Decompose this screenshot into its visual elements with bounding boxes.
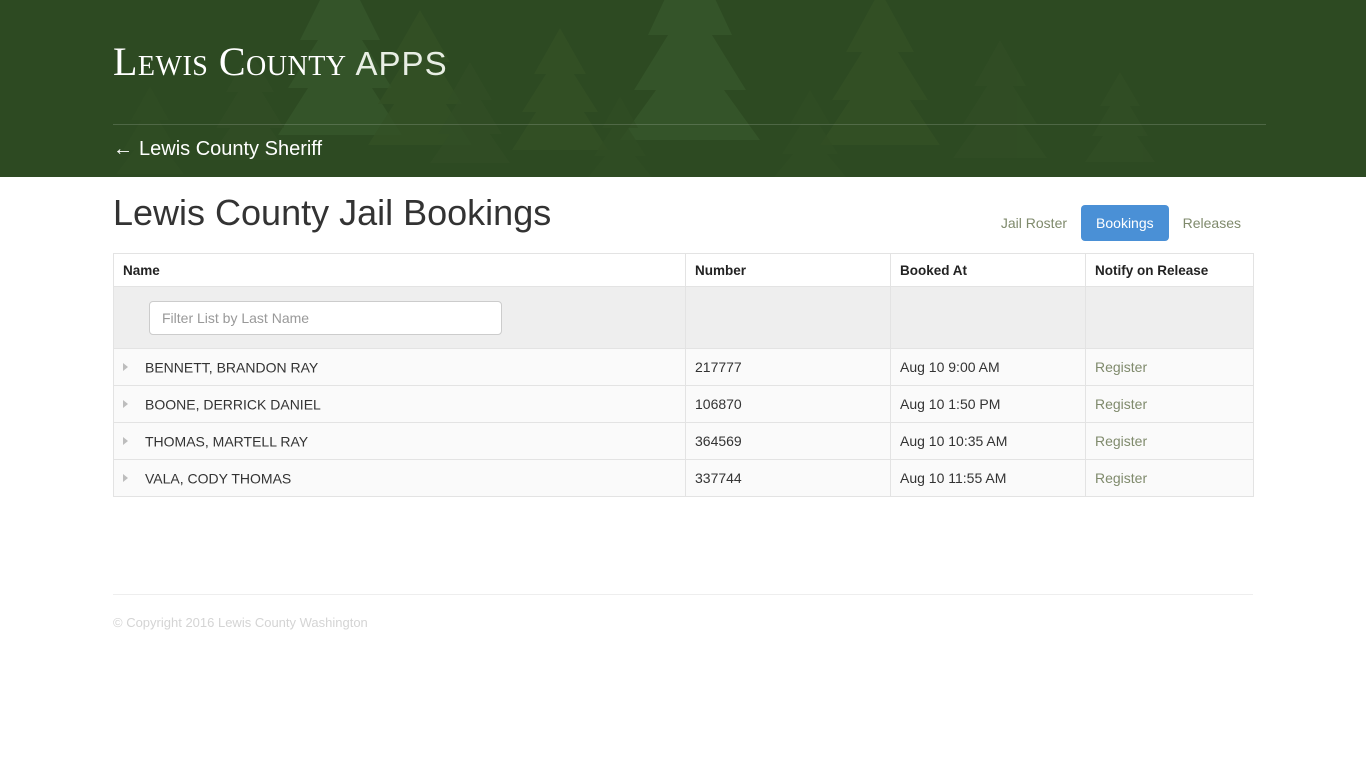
brand-sub-text: APPS bbox=[355, 45, 448, 82]
row-name-cell[interactable]: BENNETT, BRANDON RAY bbox=[113, 348, 686, 386]
back-link-label: Lewis County Sheriff bbox=[139, 138, 323, 160]
notify-cell: Register bbox=[1085, 422, 1254, 460]
column-header-booked-at: Booked At bbox=[890, 253, 1086, 287]
main-content: Lewis County Jail Bookings Jail Roster B… bbox=[113, 177, 1254, 497]
inmate-name: VALA, CODY THOMAS bbox=[145, 470, 292, 487]
row-name-cell[interactable]: VALA, CODY THOMAS bbox=[113, 459, 686, 497]
bookings-table: Name Number Booked At Notify on Release … bbox=[113, 253, 1254, 497]
table-body: BENNETT, BRANDON RAY 217777 Aug 10 9:00 … bbox=[113, 286, 1254, 497]
table-row[interactable]: BENNETT, BRANDON RAY 217777 Aug 10 9:00 … bbox=[113, 348, 1254, 386]
expand-triangle-icon[interactable] bbox=[123, 362, 128, 371]
table-row[interactable]: VALA, CODY THOMAS 337744 Aug 10 11:55 AM… bbox=[113, 459, 1254, 497]
filter-row bbox=[113, 286, 1254, 349]
nav-bookings[interactable]: Bookings bbox=[1081, 205, 1169, 241]
booked-at: Aug 10 1:50 PM bbox=[890, 385, 1086, 423]
register-link[interactable]: Register bbox=[1095, 396, 1147, 412]
register-link[interactable]: Register bbox=[1095, 433, 1147, 449]
booking-number: 106870 bbox=[685, 385, 891, 423]
footer-divider bbox=[113, 594, 1253, 595]
nav-jail-roster[interactable]: Jail Roster bbox=[989, 206, 1079, 240]
expand-triangle-icon[interactable] bbox=[123, 399, 128, 408]
table-head: Name Number Booked At Notify on Release bbox=[113, 253, 1254, 287]
nav-releases[interactable]: Releases bbox=[1171, 206, 1253, 240]
register-link[interactable]: Register bbox=[1095, 359, 1147, 375]
expand-triangle-icon[interactable] bbox=[123, 473, 128, 482]
notify-cell: Register bbox=[1085, 385, 1254, 423]
brand-main-text: Lewis County bbox=[113, 39, 347, 84]
row-name-cell[interactable]: BOONE, DERRICK DANIEL bbox=[113, 385, 686, 423]
booking-number: 337744 bbox=[685, 459, 891, 497]
left-arrow-icon: ← bbox=[113, 138, 133, 160]
filter-cell-notify bbox=[1085, 286, 1254, 349]
booking-number: 217777 bbox=[685, 348, 891, 386]
register-link[interactable]: Register bbox=[1095, 470, 1147, 486]
site-header: Lewis County APPS ← Lewis County Sheriff bbox=[0, 0, 1366, 177]
column-header-notify-on-release: Notify on Release bbox=[1085, 253, 1254, 287]
page-title: Lewis County Jail Bookings bbox=[113, 192, 552, 233]
filter-last-name-input[interactable] bbox=[149, 300, 502, 335]
filter-cell-number bbox=[685, 286, 891, 349]
back-to-sheriff-link[interactable]: ← Lewis County Sheriff bbox=[113, 138, 322, 161]
copyright-text: © Copyright 2016 Lewis County Washington bbox=[113, 615, 368, 630]
table-row[interactable]: THOMAS, MARTELL RAY 364569 Aug 10 10:35 … bbox=[113, 422, 1254, 460]
inmate-name: BENNETT, BRANDON RAY bbox=[145, 359, 319, 376]
booking-number: 364569 bbox=[685, 422, 891, 460]
inmate-name: BOONE, DERRICK DANIEL bbox=[145, 396, 321, 413]
page-header-row: Lewis County Jail Bookings Jail Roster B… bbox=[113, 177, 1253, 253]
inmate-name: THOMAS, MARTELL RAY bbox=[145, 433, 309, 450]
notify-cell: Register bbox=[1085, 348, 1254, 386]
filter-cell-booked bbox=[890, 286, 1086, 349]
table-row[interactable]: BOONE, DERRICK DANIEL 106870 Aug 10 1:50… bbox=[113, 385, 1254, 423]
section-nav: Jail Roster Bookings Releases bbox=[989, 205, 1253, 241]
column-header-number: Number bbox=[685, 253, 891, 287]
header-inner: Lewis County APPS ← Lewis County Sheriff bbox=[113, 0, 1266, 177]
booked-at: Aug 10 11:55 AM bbox=[890, 459, 1086, 497]
expand-triangle-icon[interactable] bbox=[123, 436, 128, 445]
booked-at: Aug 10 10:35 AM bbox=[890, 422, 1086, 460]
row-name-cell[interactable]: THOMAS, MARTELL RAY bbox=[113, 422, 686, 460]
notify-cell: Register bbox=[1085, 459, 1254, 497]
header-divider bbox=[113, 124, 1266, 125]
page-footer: © Copyright 2016 Lewis County Washington bbox=[113, 497, 1253, 630]
filter-cell bbox=[113, 286, 686, 349]
table-header-row: Name Number Booked At Notify on Release bbox=[113, 253, 1254, 287]
brand-logo: Lewis County APPS bbox=[113, 42, 448, 82]
booked-at: Aug 10 9:00 AM bbox=[890, 348, 1086, 386]
column-header-name: Name bbox=[113, 253, 686, 287]
